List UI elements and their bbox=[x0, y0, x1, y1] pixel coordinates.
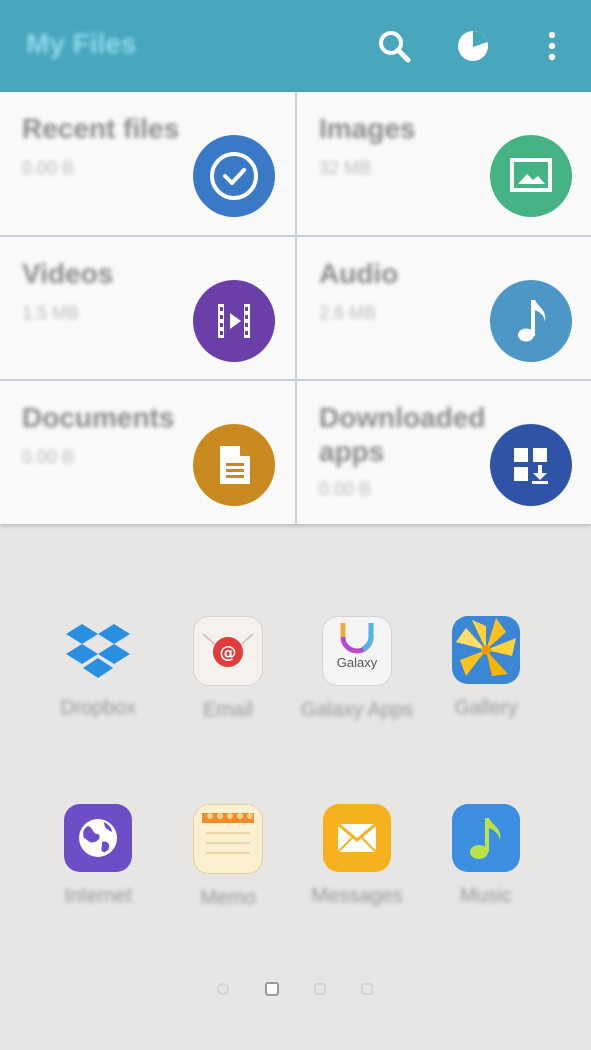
recent-apps-indicator-icon[interactable] bbox=[217, 983, 229, 995]
app-label: Email bbox=[202, 699, 253, 721]
clock-check-icon bbox=[193, 135, 275, 217]
search-icon[interactable] bbox=[372, 24, 416, 68]
app-music[interactable]: Music bbox=[421, 804, 551, 908]
page-dot-current[interactable] bbox=[265, 982, 279, 996]
app-dropbox[interactable]: Dropbox bbox=[33, 616, 163, 720]
video-film-icon bbox=[193, 280, 275, 362]
category-size: 32 MB bbox=[319, 158, 372, 178]
category-recent-files[interactable]: Recent files 0.00 B bbox=[0, 92, 295, 236]
app-memo[interactable]: Memo bbox=[163, 804, 293, 910]
page-dot[interactable] bbox=[314, 983, 326, 995]
category-name: Images bbox=[319, 113, 416, 144]
category-size: 2.6 MB bbox=[319, 303, 377, 323]
category-downloaded-apps[interactable]: Downloaded apps 0.00 B bbox=[297, 381, 591, 525]
app-bar: My Files bbox=[0, 0, 591, 92]
gallery-icon bbox=[452, 616, 520, 684]
more-options-icon[interactable] bbox=[530, 24, 574, 68]
memo-icon bbox=[193, 804, 263, 874]
category-size: 0.00 B bbox=[22, 158, 75, 178]
category-size: 1.5 MB bbox=[22, 303, 80, 323]
music-icon bbox=[452, 804, 520, 872]
music-note-icon bbox=[490, 280, 572, 362]
app-title: My Files bbox=[26, 28, 137, 59]
storage-usage-icon[interactable] bbox=[451, 24, 495, 68]
app-label: Gallery bbox=[454, 697, 518, 719]
category-name: Documents bbox=[22, 402, 175, 433]
svg-text:@: @ bbox=[220, 643, 237, 663]
app-label: Music bbox=[459, 885, 513, 907]
app-galaxy-apps[interactable]: Galaxy Galaxy Apps bbox=[292, 616, 422, 722]
category-audio[interactable]: Audio 2.6 MB bbox=[297, 237, 591, 381]
galaxy-badge-text: Galaxy bbox=[337, 655, 378, 670]
app-label: Messages bbox=[311, 885, 403, 907]
category-documents[interactable]: Documents 0.00 B bbox=[0, 381, 295, 525]
category-name: Downloaded apps bbox=[319, 402, 486, 467]
category-images[interactable]: Images 32 MB bbox=[297, 92, 591, 236]
messages-icon bbox=[323, 804, 391, 872]
app-label: Galaxy Apps bbox=[300, 699, 414, 721]
image-icon bbox=[490, 135, 572, 217]
internet-icon bbox=[64, 804, 132, 872]
app-label: Memo bbox=[200, 887, 256, 909]
category-name: Audio bbox=[319, 258, 399, 289]
app-messages[interactable]: Messages bbox=[292, 804, 422, 908]
app-label: Dropbox bbox=[60, 697, 136, 719]
category-videos[interactable]: Videos 1.5 MB bbox=[0, 237, 295, 381]
dropbox-icon bbox=[64, 616, 132, 684]
download-apps-icon bbox=[490, 424, 572, 506]
page-dot[interactable] bbox=[361, 983, 373, 995]
category-name: Recent files bbox=[22, 113, 180, 144]
galaxy-apps-icon: Galaxy bbox=[322, 616, 392, 686]
category-name: Videos bbox=[22, 258, 114, 289]
category-grid: Recent files 0.00 B Images 32 MB Videos … bbox=[0, 92, 591, 524]
app-email[interactable]: @ Email bbox=[163, 616, 293, 722]
category-size: 0.00 B bbox=[22, 447, 75, 467]
email-icon: @ bbox=[193, 616, 263, 686]
category-size: 0.00 B bbox=[319, 479, 372, 499]
app-label: Internet bbox=[64, 885, 132, 907]
app-gallery[interactable]: Gallery bbox=[421, 616, 551, 720]
app-internet[interactable]: Internet bbox=[33, 804, 163, 908]
document-icon bbox=[193, 424, 275, 506]
